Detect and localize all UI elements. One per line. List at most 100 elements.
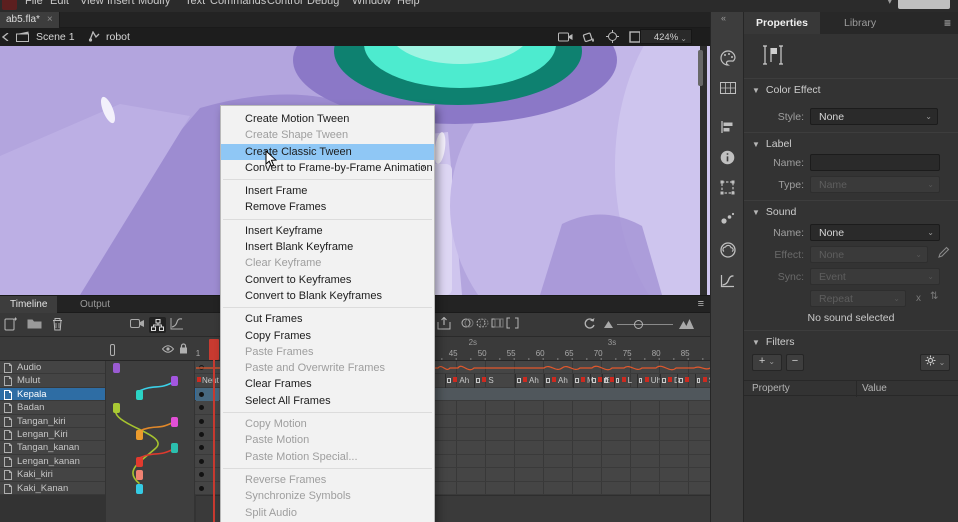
parent-bar-kaki-kiri[interactable] [136, 470, 143, 480]
timeline-tab-timeline[interactable]: Timeline [0, 296, 57, 313]
parent-bar-kepala[interactable] [136, 390, 143, 400]
panel-menu-icon[interactable]: ≡ [944, 16, 951, 30]
color-panel-icon[interactable] [720, 50, 736, 66]
parenting-view-button[interactable] [149, 317, 166, 333]
keyframe-marker[interactable] [604, 378, 608, 383]
keyframe-dot[interactable] [199, 472, 204, 477]
export-frames-icon[interactable] [437, 317, 452, 330]
parent-bar-mulut[interactable] [171, 376, 178, 386]
parent-bar-audio[interactable] [113, 363, 120, 373]
keyframe-marker[interactable] [546, 378, 550, 383]
stage-vertical-scrollbar[interactable] [700, 46, 707, 295]
visibility-column-icon[interactable] [162, 345, 174, 353]
menu-item-convert-to-frame-by-frame-animation[interactable]: Convert to Frame-by-Frame Animation› [221, 160, 434, 176]
center-stage-icon[interactable] [606, 30, 619, 43]
transform-panel-icon[interactable] [720, 180, 735, 195]
parent-bar-lengan-kanan[interactable] [136, 457, 143, 467]
menu-item-remove-frames[interactable]: Remove Frames [221, 199, 434, 215]
search-box[interactable] [898, 0, 950, 9]
sound-effect-dropdown[interactable]: None⌄ [810, 246, 928, 263]
menu-item-create-classic-tween[interactable]: Create Classic Tween [221, 144, 434, 160]
menu-item-cut-frames[interactable]: Cut Frames [221, 311, 434, 327]
sound-name-dropdown[interactable]: None⌄ [810, 224, 940, 241]
menu-item-copy-frames[interactable]: Copy Frames [221, 328, 434, 344]
menu-item-convert-to-keyframes[interactable]: Convert to Keyframes [221, 272, 434, 288]
menubar-item-commands[interactable]: Commands [210, 0, 266, 7]
keyframe-marker[interactable] [662, 378, 666, 383]
panel-menu-icon[interactable]: ≡ [698, 298, 704, 310]
keyframe-marker[interactable] [447, 378, 451, 383]
menu-item-insert-frame[interactable]: Insert Frame [221, 183, 434, 199]
breadcrumb-symbol[interactable]: robot [106, 31, 130, 43]
properties-tab-properties[interactable]: Properties [744, 12, 820, 34]
keyframe-marker[interactable] [575, 378, 579, 383]
zoom-out-frames-icon[interactable] [604, 321, 613, 328]
new-layer-button[interactable] [4, 317, 17, 331]
keyframe-dot[interactable] [199, 445, 204, 450]
parent-bar-badan[interactable] [113, 403, 120, 413]
keyframe-marker[interactable] [476, 378, 480, 383]
menu-item-select-all-frames[interactable]: Select All Frames [221, 393, 434, 409]
onion-skin-icon[interactable] [461, 317, 474, 329]
menubar-item-window[interactable]: Window [352, 0, 391, 7]
keyframe-dot[interactable] [199, 486, 204, 491]
document-tab[interactable]: ab5.fla*× [0, 12, 60, 28]
filter-options-button[interactable]: ⌄ [920, 354, 950, 371]
label-name-input[interactable] [810, 154, 940, 171]
frame-size-slider-knob[interactable] [634, 320, 643, 329]
brush-library-panel-icon[interactable] [720, 212, 735, 225]
menu-item-create-motion-tween[interactable]: Create Motion Tween [221, 111, 434, 127]
frame-size-slider[interactable] [617, 324, 673, 325]
collapse-panels-icon[interactable]: « [721, 13, 726, 23]
new-folder-button[interactable] [27, 317, 42, 329]
parent-bar-lengan-kiri[interactable] [136, 430, 143, 440]
animate-logo[interactable] [2, 0, 17, 10]
parent-bar-kaki-kanan[interactable] [136, 484, 143, 494]
swatches-panel-icon[interactable] [720, 82, 736, 94]
info-panel-icon[interactable] [720, 150, 735, 165]
add-filter-button[interactable]: + ⌄ [752, 354, 782, 371]
keyframe-dot[interactable] [199, 392, 204, 397]
properties-tab-library[interactable]: Library [832, 12, 888, 34]
close-tab-icon[interactable]: × [47, 14, 53, 25]
graph-editor-button[interactable] [170, 317, 184, 330]
menubar-item-text[interactable]: Text [185, 0, 205, 7]
keyframe-marker[interactable] [592, 378, 596, 383]
fill-color-icon[interactable] [582, 31, 595, 43]
menubar-item-insert[interactable]: Insert [107, 0, 135, 7]
repeat-count-stepper[interactable]: ⇅ [930, 291, 938, 302]
edit-multiple-frames-icon[interactable] [491, 317, 504, 329]
keyframe-dot[interactable] [199, 419, 204, 424]
menu-item-convert-to-blank-keyframes[interactable]: Convert to Blank Keyframes [221, 288, 434, 304]
zoom-level-select[interactable]: 424% ⌄ [640, 29, 692, 44]
section-label[interactable]: ▼Label [752, 138, 792, 150]
menu-item-insert-blank-keyframe[interactable]: Insert Blank Keyframe [221, 239, 434, 255]
loop-playback-icon[interactable] [583, 317, 596, 330]
style-dropdown[interactable]: None⌄ [810, 108, 938, 125]
menubar-item-help[interactable]: Help [397, 0, 420, 7]
remove-filter-button[interactable]: − [786, 354, 804, 371]
section-color-effect[interactable]: ▼Color Effect [752, 84, 821, 96]
keyframe-dot[interactable] [199, 432, 204, 437]
zoom-in-frames-icon[interactable] [679, 319, 694, 329]
lock-column-icon[interactable] [179, 343, 188, 354]
section-sound[interactable]: ▼Sound [752, 206, 796, 218]
label-type-dropdown[interactable]: Name⌄ [810, 176, 940, 193]
scrollbar-thumb[interactable] [698, 50, 703, 86]
parent-bar-tangan-kanan[interactable] [171, 443, 178, 453]
breadcrumb-scene[interactable]: Scene 1 [36, 31, 75, 43]
playhead-handle[interactable] [209, 339, 219, 360]
timeline-tab-output[interactable]: Output [70, 296, 120, 313]
menubar-item-edit[interactable]: Edit [50, 0, 69, 7]
layer-parenting-column[interactable] [105, 361, 195, 522]
keyframe-marker[interactable] [616, 378, 620, 383]
sound-sync-dropdown[interactable]: Event⌄ [810, 268, 940, 285]
menu-item-insert-keyframe[interactable]: Insert Keyframe [221, 223, 434, 239]
menubar-item-modify[interactable]: Modify [138, 0, 170, 7]
keyframe-dot[interactable] [199, 459, 204, 464]
keyframe-marker[interactable] [697, 378, 701, 383]
keyframe-marker[interactable] [679, 378, 683, 383]
menubar-item-view[interactable]: View [80, 0, 104, 7]
section-filters[interactable]: ▼Filters [752, 336, 795, 348]
edit-sound-pencil-icon[interactable] [938, 246, 950, 258]
